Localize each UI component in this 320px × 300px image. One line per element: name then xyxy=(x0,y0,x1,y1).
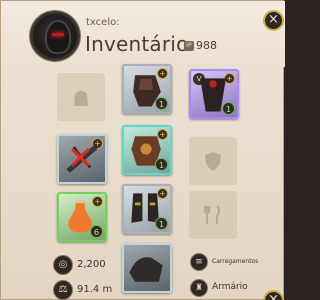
avatar-eye xyxy=(52,33,64,36)
bag-slot-empty[interactable] xyxy=(57,73,105,121)
inventory-panel: txcelo: Inventário IP 988 × + 1 V + 1 + … xyxy=(0,0,285,300)
offhand-slot-empty[interactable] xyxy=(189,137,237,185)
armor-slot-item[interactable]: + 1 xyxy=(122,125,172,175)
close-button[interactable]: × xyxy=(263,10,284,31)
item-power-value: 988 xyxy=(196,39,217,52)
item-quantity: 1 xyxy=(222,102,235,115)
weight-icon: ⚖ xyxy=(53,280,73,300)
broken-item-mark: ✕ xyxy=(67,139,94,177)
weight-value: 91.4 m xyxy=(77,284,113,295)
player-name: txcelo: xyxy=(86,17,120,28)
item-quantity: 6 xyxy=(90,225,103,238)
head-slot-item[interactable]: + 1 xyxy=(122,64,172,114)
food-slot-empty[interactable] xyxy=(189,191,237,239)
mount-slot-item[interactable] xyxy=(122,243,172,293)
bag-icon xyxy=(74,90,88,106)
cape-slot-item[interactable]: V + 1 xyxy=(189,69,239,119)
player-avatar[interactable] xyxy=(30,11,80,61)
avatar-hood xyxy=(45,20,71,54)
item-quantity: 1 xyxy=(155,158,168,171)
item-quantity: 1 xyxy=(155,217,168,230)
mainhand-slot-item[interactable]: + ✕ xyxy=(57,134,107,184)
item-quantity: 1 xyxy=(155,97,168,110)
item-power-icon: IP xyxy=(184,41,194,51)
mount-icon xyxy=(129,257,163,282)
wardrobe-label: Armário xyxy=(212,282,248,292)
potion-slot-item[interactable]: + 6 xyxy=(57,192,107,242)
loadouts-icon: ≡ xyxy=(190,253,208,271)
wardrobe-icon: ♜ xyxy=(190,279,208,297)
panel-title: Inventário xyxy=(85,32,189,56)
loadouts-label: Carregamentos xyxy=(212,258,259,265)
silver-coin-icon: ◎ xyxy=(53,255,73,275)
silver-value: 2,200 xyxy=(77,259,106,270)
shield-icon xyxy=(205,152,221,171)
shoes-slot-item[interactable]: + 1 xyxy=(122,184,172,234)
secondary-close-button[interactable]: × xyxy=(263,290,284,300)
fork-knife-icon xyxy=(204,205,220,224)
